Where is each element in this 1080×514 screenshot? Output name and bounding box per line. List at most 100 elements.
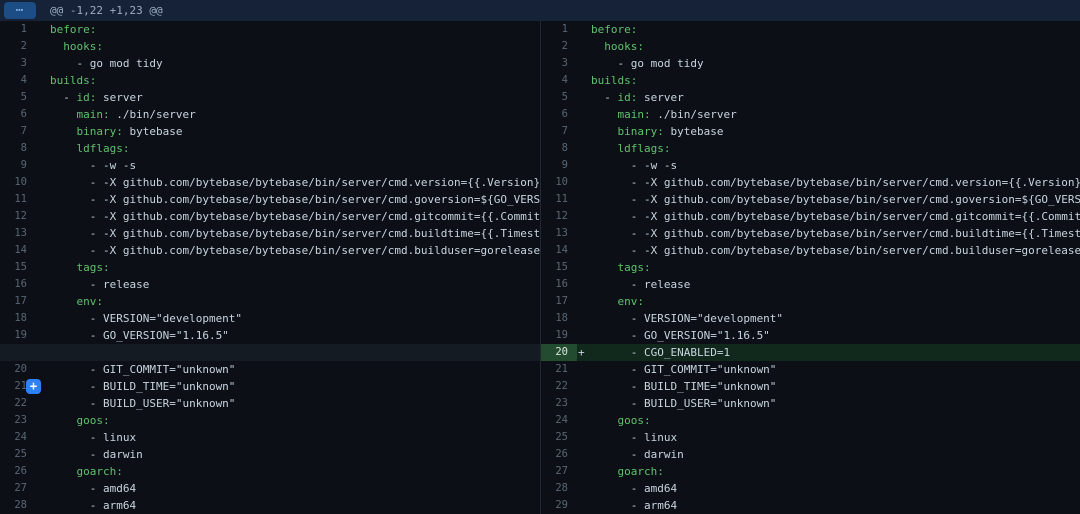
code-text: - BUILD_USER="unknown" <box>591 397 776 410</box>
diff-row: 25 - darwin <box>0 446 540 463</box>
line-number[interactable]: 18 <box>0 310 36 327</box>
diff-row: 16 - release <box>541 276 1080 293</box>
line-number[interactable]: 24 <box>0 429 36 446</box>
yaml-key-token: goarch: <box>77 465 123 478</box>
code-line: before: <box>36 21 540 38</box>
line-number[interactable]: 4 <box>0 72 36 89</box>
yaml-key-token: ldflags: <box>77 142 130 155</box>
line-number[interactable]: 8 <box>0 140 36 157</box>
line-number[interactable]: 10 <box>541 174 577 191</box>
diff-row: 25 - linux <box>541 429 1080 446</box>
line-number[interactable]: 17 <box>0 293 36 310</box>
line-number[interactable]: 10 <box>0 174 36 191</box>
line-number[interactable]: 19 <box>0 327 36 344</box>
line-number[interactable]: 16 <box>541 276 577 293</box>
code-text: - -X github.com/bytebase/bytebase/bin/se… <box>50 227 540 240</box>
yaml-key-token: goos: <box>77 414 110 427</box>
code-line: - CGO_ENABLED=1 <box>577 344 1080 361</box>
line-number[interactable]: 5 <box>0 89 36 106</box>
code-text: - amd64 <box>591 482 677 495</box>
diff-row: 3 - go mod tidy <box>0 55 540 72</box>
line-number[interactable]: 6 <box>0 106 36 123</box>
line-number[interactable]: 16 <box>0 276 36 293</box>
line-number[interactable]: 20 <box>0 361 36 378</box>
expand-hunk-button[interactable]: ⋯ <box>4 2 36 19</box>
line-number[interactable]: 8 <box>541 140 577 157</box>
code-line: - go mod tidy <box>36 55 540 72</box>
line-number[interactable]: 6 <box>541 106 577 123</box>
line-number[interactable]: 9 <box>0 157 36 174</box>
diff-panes: 1before:2 hooks:3 - go mod tidy4builds:5… <box>0 21 1080 514</box>
code-line: - -X github.com/bytebase/bytebase/bin/se… <box>577 191 1080 208</box>
code-line: - amd64 <box>577 480 1080 497</box>
line-number[interactable]: 12 <box>541 208 577 225</box>
line-number[interactable]: 28 <box>541 480 577 497</box>
line-number[interactable]: 29 <box>541 497 577 514</box>
diff-row: 5 - id: server <box>541 89 1080 106</box>
line-number[interactable]: 28 <box>0 497 36 514</box>
add-comment-button[interactable]: + <box>26 379 41 394</box>
line-number[interactable]: 27 <box>0 480 36 497</box>
line-number[interactable]: 15 <box>0 259 36 276</box>
line-number[interactable]: 25 <box>0 446 36 463</box>
line-number[interactable]: 26 <box>541 446 577 463</box>
yaml-key-token: tags: <box>77 261 110 274</box>
yaml-key-token: before: <box>591 23 637 36</box>
diff-row: 14 - -X github.com/bytebase/bytebase/bin… <box>0 242 540 259</box>
diff-row: 19 - GO_VERSION="1.16.5" <box>541 327 1080 344</box>
line-number[interactable]: 15 <box>541 259 577 276</box>
yaml-key-token: env: <box>77 295 104 308</box>
line-number[interactable]: 13 <box>0 225 36 242</box>
line-number[interactable]: 14 <box>541 242 577 259</box>
code-text: - arm64 <box>591 499 677 512</box>
line-number[interactable]: 17 <box>541 293 577 310</box>
line-number[interactable]: 2 <box>541 38 577 55</box>
line-number[interactable]: 25 <box>541 429 577 446</box>
line-number[interactable]: 1 <box>0 21 36 38</box>
line-number[interactable]: 2 <box>0 38 36 55</box>
diff-row: 4builds: <box>541 72 1080 89</box>
code-text: - GIT_COMMIT="unknown" <box>50 363 235 376</box>
line-number[interactable]: 7 <box>541 123 577 140</box>
line-number[interactable]: 13 <box>541 225 577 242</box>
line-number[interactable]: 3 <box>0 55 36 72</box>
code-text <box>50 414 77 427</box>
line-number[interactable]: 12 <box>0 208 36 225</box>
line-number[interactable]: 5 <box>541 89 577 106</box>
line-number[interactable]: 26 <box>0 463 36 480</box>
code-text <box>591 261 618 274</box>
yaml-key-token: ldflags: <box>618 142 671 155</box>
yaml-key-token: hooks: <box>604 40 644 53</box>
code-text: - -X github.com/bytebase/bytebase/bin/se… <box>591 176 1080 189</box>
line-number[interactable]: 27 <box>541 463 577 480</box>
code-text <box>591 125 618 138</box>
line-number[interactable]: 23 <box>541 395 577 412</box>
diff-row: 27 - amd64 <box>0 480 540 497</box>
line-number[interactable]: 23 <box>0 412 36 429</box>
line-number[interactable]: 19 <box>541 327 577 344</box>
yaml-key-token: binary: <box>618 125 664 138</box>
line-number[interactable]: 1 <box>541 21 577 38</box>
code-text: - GO_VERSION="1.16.5" <box>50 329 229 342</box>
code-line: - arm64 <box>577 497 1080 514</box>
code-line: env: <box>36 293 540 310</box>
line-number[interactable]: 11 <box>541 191 577 208</box>
line-number[interactable]: 11 <box>0 191 36 208</box>
line-number[interactable]: 24 <box>541 412 577 429</box>
line-number[interactable]: 7 <box>0 123 36 140</box>
line-number[interactable]: 18 <box>541 310 577 327</box>
line-number[interactable]: 4 <box>541 72 577 89</box>
line-number[interactable]: 22 <box>0 395 36 412</box>
yaml-key-token: hooks: <box>63 40 103 53</box>
line-number[interactable]: 22 <box>541 378 577 395</box>
line-number[interactable]: 20 <box>541 344 577 361</box>
line-number[interactable]: 21 <box>541 361 577 378</box>
code-line: goos: <box>577 412 1080 429</box>
code-text: - GIT_COMMIT="unknown" <box>591 363 776 376</box>
line-number[interactable]: 14 <box>0 242 36 259</box>
diff-row: 16 - release <box>0 276 540 293</box>
code-line: - -X github.com/bytebase/bytebase/bin/se… <box>36 191 540 208</box>
line-number[interactable]: 9 <box>541 157 577 174</box>
ellipsis-icon: ⋯ <box>16 4 25 18</box>
line-number[interactable]: 3 <box>541 55 577 72</box>
